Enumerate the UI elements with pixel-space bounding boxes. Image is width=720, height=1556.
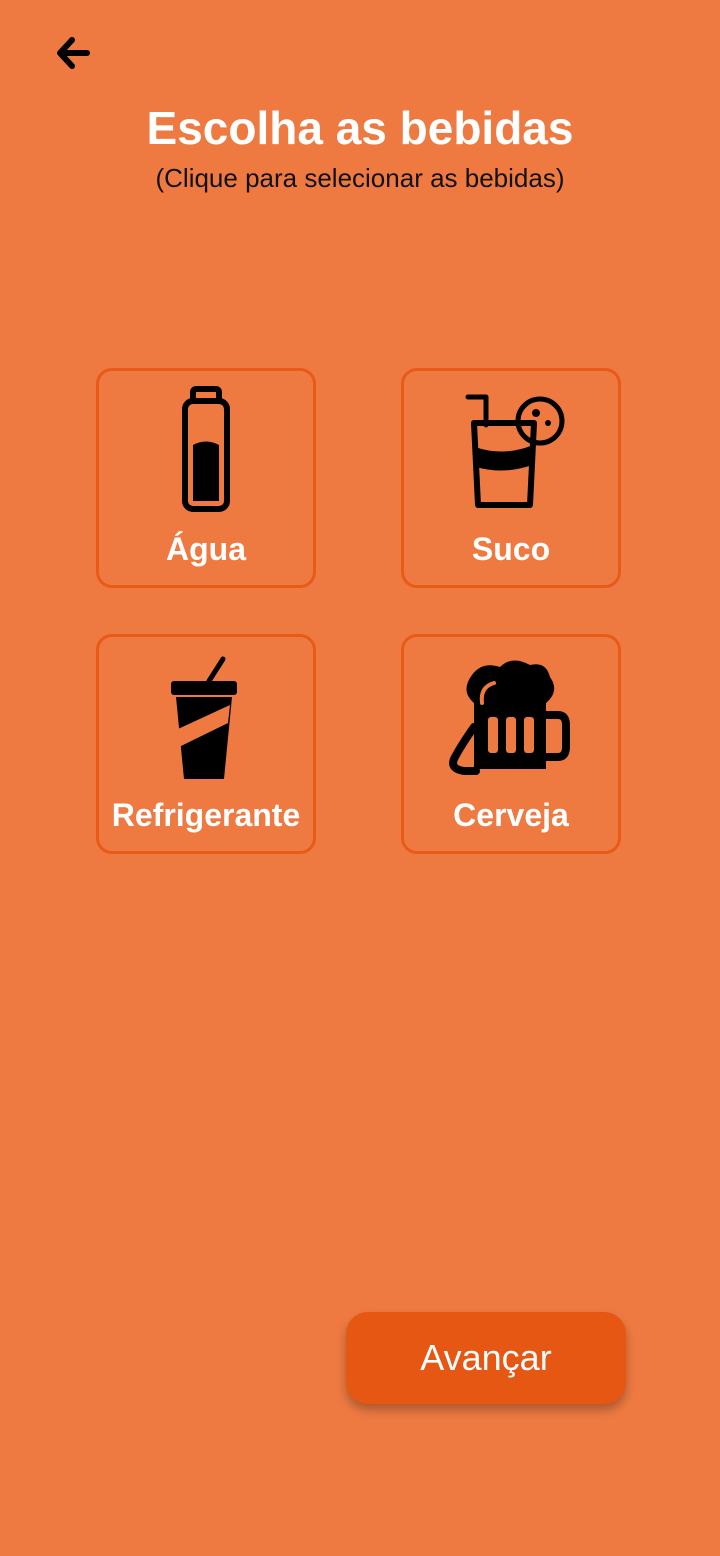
drink-tile-suco[interactable]: Suco [401, 368, 621, 588]
page-subtitle: (Clique para selecionar as bebidas) [155, 163, 565, 193]
drink-tile-refrigerante[interactable]: Refrigerante [96, 634, 316, 854]
advance-button[interactable]: Avançar [346, 1312, 626, 1404]
beer-mug-icon [449, 660, 570, 775]
drink-label-refrigerante: Refrigerante [111, 797, 301, 833]
drink-label-suco: Suco [471, 531, 551, 567]
drink-tile-agua[interactable]: Água [96, 368, 316, 588]
juice-glass-icon [465, 394, 565, 508]
page-title: Escolha as bebidas [146, 102, 574, 154]
water-bottle-icon [182, 386, 230, 512]
drink-tile-cerveja[interactable]: Cerveja [401, 634, 621, 854]
drink-selection-screen: Escolha as bebidas (Clique para selecion… [0, 0, 720, 1556]
back-button[interactable] [52, 32, 94, 74]
soda-cup-icon [171, 656, 237, 779]
arrow-left-icon [57, 37, 90, 69]
drink-label-cerveja: Cerveja [453, 797, 569, 833]
drink-label-agua: Água [166, 531, 246, 567]
